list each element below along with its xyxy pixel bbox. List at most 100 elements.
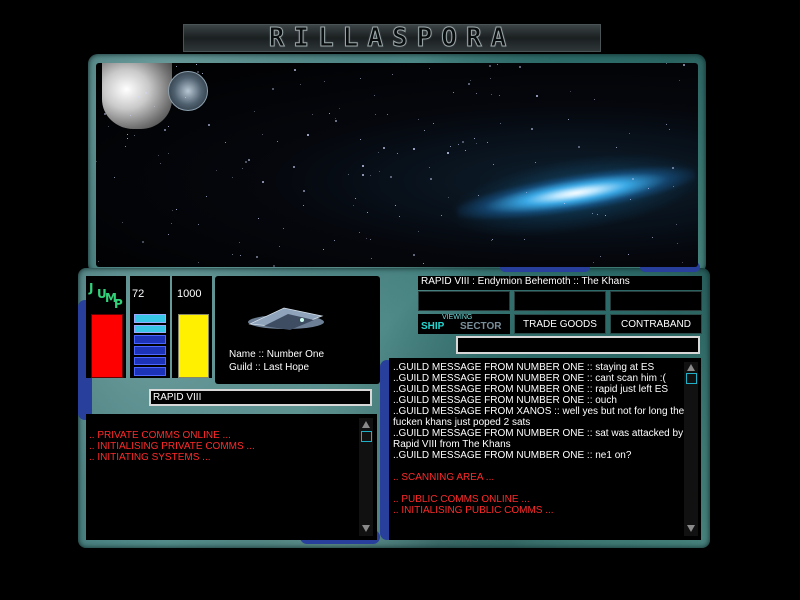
star: [682, 261, 684, 263]
star: [628, 132, 630, 134]
public-comms-line: ..GUILD MESSAGE FROM NUMBER ONE :: sat w…: [393, 428, 684, 450]
star: [605, 214, 606, 216]
star: [142, 240, 145, 243]
star: [369, 239, 371, 241]
star: [160, 163, 162, 165]
star: [369, 174, 371, 176]
star: [279, 246, 281, 248]
station-icon[interactable]: [102, 63, 172, 129]
star: [361, 165, 364, 168]
star: [491, 94, 493, 96]
ship-icon[interactable]: [244, 302, 328, 336]
private-comms-line: .. PRIVATE COMMS ONLINE ...: [89, 430, 231, 441]
star: [675, 224, 677, 226]
star: [258, 217, 260, 219]
target-input[interactable]: [149, 389, 372, 406]
jump-icon[interactable]: J U M P: [88, 279, 124, 311]
public-comms-scrollbar[interactable]: [684, 362, 698, 536]
star: [470, 80, 472, 82]
star: [412, 148, 415, 151]
star: [328, 113, 330, 115]
scroll-up-icon[interactable]: [687, 364, 695, 371]
view-toggle[interactable]: VIEWING SHIP SECTOR: [418, 314, 510, 334]
star: [593, 261, 595, 263]
scroll-down-icon[interactable]: [362, 525, 370, 532]
star: [429, 177, 432, 180]
cargo-slot[interactable]: [610, 291, 702, 311]
public-comms-line: ..GUILD MESSAGE FROM NUMBER ONE :: rapid…: [393, 384, 669, 395]
cargo-slot[interactable]: [418, 291, 510, 311]
star: [423, 262, 425, 264]
star: [127, 137, 129, 139]
star: [124, 146, 126, 148]
star: [474, 137, 476, 139]
scroll-thumb[interactable]: [686, 373, 697, 384]
star: [198, 262, 200, 264]
star: [564, 202, 566, 204]
game-title: RILLASPORA: [268, 23, 516, 54]
space-viewport[interactable]: [96, 63, 698, 267]
command-input[interactable]: [456, 336, 700, 354]
view-ship-option[interactable]: SHIP: [421, 321, 444, 332]
star: [104, 112, 107, 115]
star: [600, 255, 602, 257]
private-comms-scrollbar[interactable]: [359, 418, 373, 536]
trade-goods-button[interactable]: TRADE GOODS: [514, 314, 606, 334]
private-comms-line: .. INITIATING SYSTEMS ...: [89, 452, 211, 463]
viewing-caption: VIEWING: [442, 314, 473, 321]
star: [167, 233, 169, 235]
star: [490, 78, 492, 80]
scroll-thumb[interactable]: [361, 431, 372, 442]
star: [347, 174, 349, 176]
jump-letter: P: [114, 297, 123, 311]
star: [476, 143, 478, 145]
pilot-guild: Guild :: Last Hope: [229, 362, 310, 373]
star: [240, 254, 242, 256]
star: [378, 171, 380, 173]
star: [206, 195, 208, 197]
star: [121, 222, 123, 224]
cargo-slot[interactable]: [514, 291, 606, 311]
star: [216, 169, 218, 171]
star: [201, 73, 203, 75]
star: [333, 239, 335, 241]
star: [176, 209, 178, 211]
scroll-down-icon[interactable]: [687, 525, 695, 532]
star: [244, 160, 247, 163]
star: [239, 241, 241, 243]
star: [248, 158, 251, 161]
star: [338, 108, 340, 110]
star: [665, 124, 667, 126]
star: [683, 64, 686, 67]
contraband-button[interactable]: CONTRABAND: [610, 314, 702, 334]
star: [390, 176, 393, 179]
fuel-gauge-segment: [134, 356, 166, 366]
star: [382, 146, 385, 149]
public-comms-line: ..GUILD MESSAGE FROM XANOS :: well yes b…: [393, 406, 685, 428]
star: [322, 249, 324, 251]
star: [399, 216, 401, 218]
star: [679, 79, 681, 81]
star: [453, 91, 455, 93]
star: [465, 150, 467, 152]
star: [676, 243, 678, 245]
scroll-up-icon[interactable]: [362, 421, 370, 428]
star: [292, 166, 295, 169]
radar-disc-icon[interactable]: [168, 71, 208, 111]
star: [671, 166, 674, 169]
star: [232, 253, 234, 255]
view-sector-option[interactable]: SECTOR: [460, 321, 502, 332]
fuel-gauge: [134, 314, 166, 377]
star: [669, 128, 671, 130]
public-comms-line: .. PUBLIC COMMS ONLINE ...: [393, 494, 530, 505]
star: [272, 264, 275, 267]
star: [241, 168, 243, 170]
star: [130, 114, 132, 116]
star: [254, 110, 256, 112]
star: [366, 212, 368, 214]
star: [207, 124, 210, 127]
public-comms-line: ..GUILD MESSAGE FROM NUMBER ONE :: cant …: [393, 373, 666, 384]
fuel-gauge-segment: [134, 346, 166, 355]
star: [457, 144, 459, 146]
star: [353, 204, 355, 206]
